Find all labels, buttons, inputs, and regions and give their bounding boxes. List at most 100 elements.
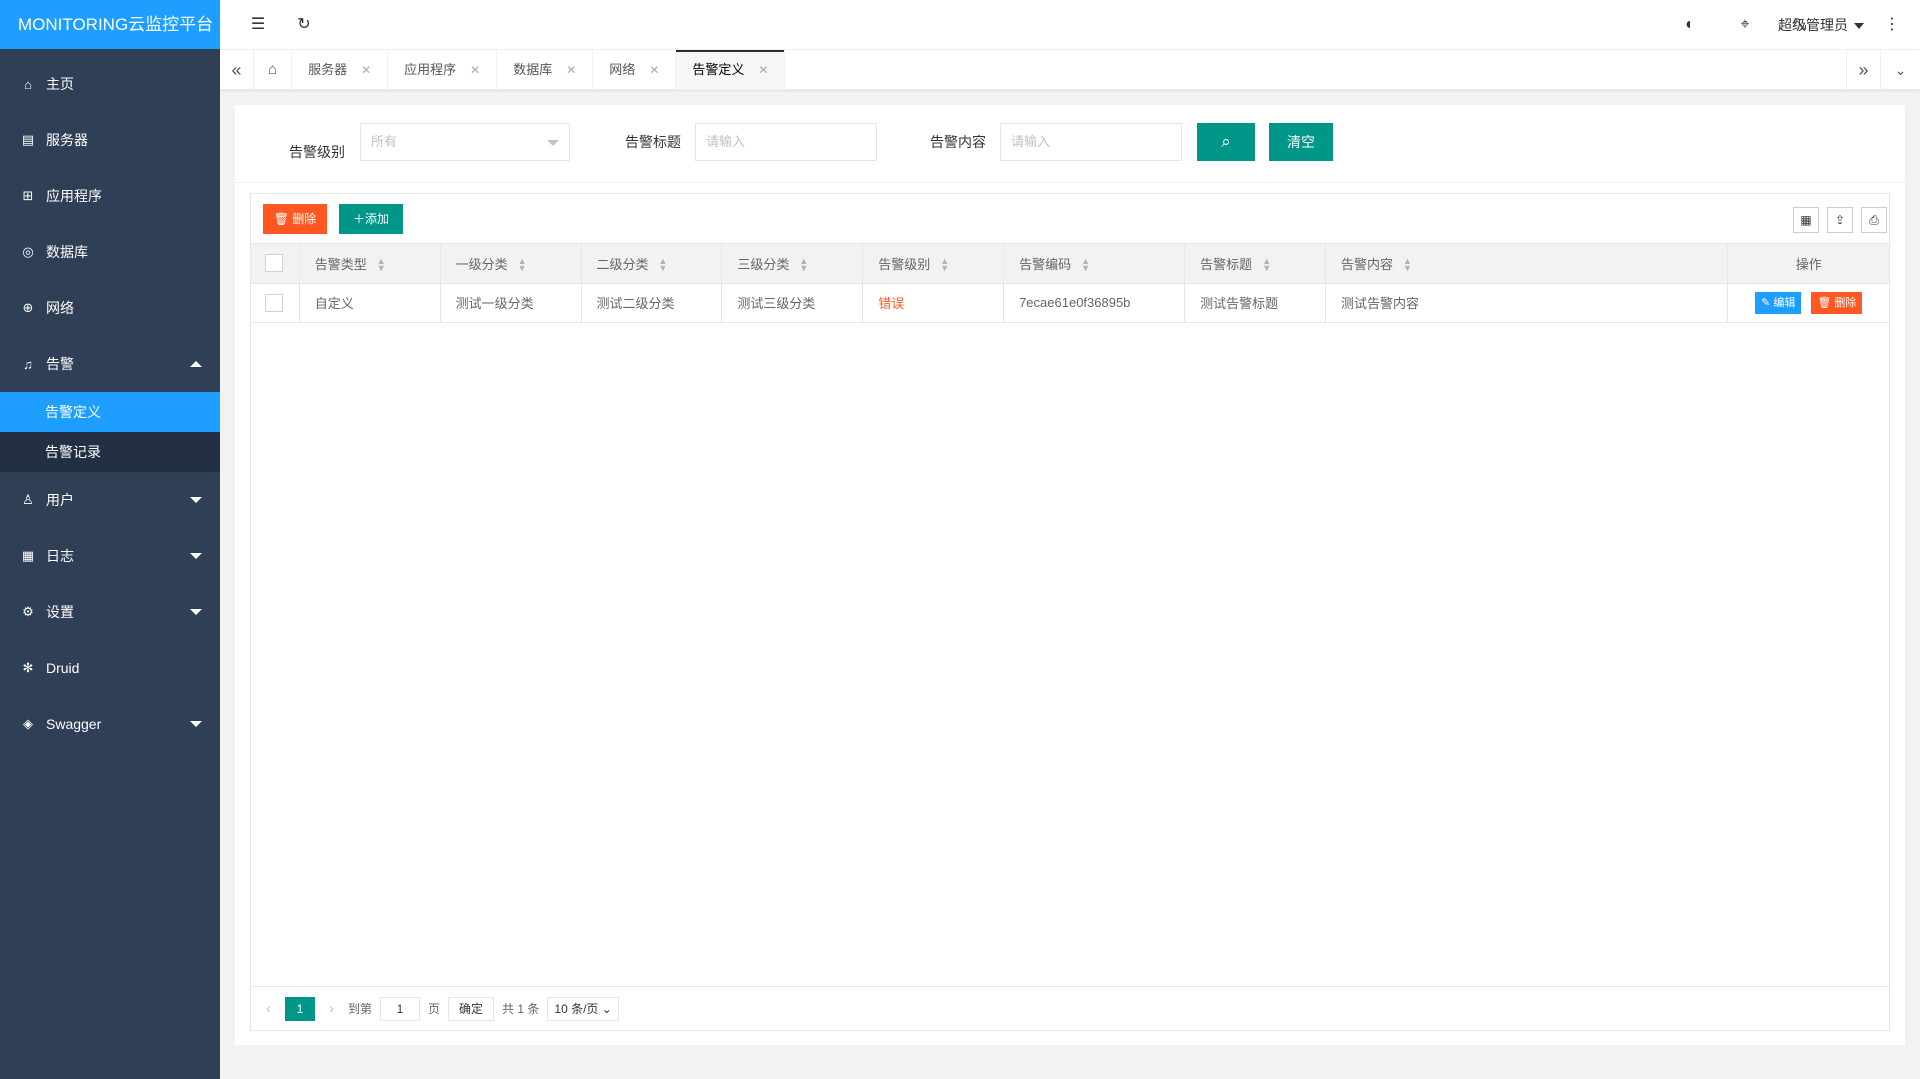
tab-apps[interactable]: 应用程序 ✕ [388, 50, 498, 90]
goto-page-input[interactable]: 1 [380, 996, 421, 1021]
col-header[interactable]: 一级分类 ▲ ▼ [440, 244, 582, 284]
chevron-down-icon [190, 721, 202, 727]
sort-icon[interactable]: ▲ ▼ [1403, 257, 1412, 273]
page-size-select[interactable]: 10 条/页 ⌄ [547, 996, 619, 1021]
page-size-value: 10 条/页 [554, 1001, 599, 1016]
goto-confirm-button[interactable]: 确定 [448, 996, 495, 1021]
col-header[interactable]: 告警类型 ▲ ▼ [299, 244, 441, 284]
checkbox[interactable] [265, 293, 283, 312]
col-header[interactable]: 告警级别 ▲ ▼ [862, 244, 1005, 284]
sidebar-item-network[interactable]: ⊕ 网络 [0, 280, 220, 336]
export-icon[interactable]: ⇪ [1827, 207, 1853, 233]
plus-icon: ＋ [352, 212, 365, 226]
sort-icon[interactable]: ▲ ▼ [518, 257, 527, 273]
delete-button[interactable]: 🗑 删除 [1811, 291, 1863, 314]
server-icon: ▤ [21, 132, 35, 147]
cell-cat3: 测试三级分类 [721, 283, 864, 323]
next-page-icon[interactable]: › [329, 1000, 334, 1017]
page-tabs: ⌂ 服务器 ✕ 应用程序 ✕ 数据库 ✕ 网络 ✕ 告警定义 ✕ [254, 50, 786, 90]
col-header[interactable]: 告警编码 ▲ ▼ [1003, 244, 1186, 284]
sidebar-subitem-alarm-definition[interactable]: 告警定义 [0, 392, 220, 432]
more-vertical-icon[interactable]: ⋮ [1872, 0, 1912, 50]
sidebar-item-home[interactable]: ⌂ 主页 [0, 56, 220, 112]
close-icon[interactable]: ✕ [566, 50, 576, 90]
tab-label: 告警定义 [692, 62, 745, 77]
apps-icon: ⊞ [22, 188, 34, 203]
user-menu[interactable]: 超级管理员 [1778, 0, 1864, 50]
sort-icon[interactable]: ▲ ▼ [1262, 257, 1271, 273]
sort-icon[interactable]: ▲ ▼ [377, 257, 386, 273]
checkbox[interactable] [265, 254, 283, 273]
level-select[interactable]: 所有 [360, 123, 570, 161]
close-icon[interactable]: ✕ [758, 50, 768, 90]
sort-icon[interactable]: ▲ ▼ [659, 257, 668, 273]
cell-title: 测试告警标题 [1184, 283, 1327, 323]
tab-network[interactable]: 网络 ✕ [593, 50, 677, 90]
sidebar-item-label: 主页 [46, 76, 74, 92]
tag-icon[interactable]: ⌖ [1725, 0, 1765, 50]
tab-server[interactable]: 服务器 ✕ [292, 50, 389, 90]
select-all-checkbox[interactable] [251, 244, 300, 284]
clear-button[interactable]: 清空 [1269, 123, 1333, 161]
columns-icon[interactable]: ▦ [1793, 207, 1819, 233]
sidebar-item-server[interactable]: ▤ 服务器 [0, 112, 220, 168]
sidebar-item-alarm[interactable]: ♫ 告警 [0, 336, 220, 392]
sort-icon[interactable]: ▲ ▼ [1081, 257, 1090, 273]
sidebar-item-swagger[interactable]: ◈ Swagger [0, 696, 220, 752]
caret-down-icon [1854, 23, 1864, 30]
menu-toggle-icon[interactable]: ☰ [238, 0, 278, 50]
add-button[interactable]: ＋添加 [339, 204, 403, 234]
trash-icon: 🗑 [273, 212, 293, 226]
search-button[interactable]: ⌕ [1197, 123, 1255, 161]
search-icon: ⌕ [1221, 132, 1231, 151]
edit-button[interactable]: ✎ 编辑 [1755, 291, 1802, 314]
tabs-scroll-left-icon[interactable]: « [220, 50, 254, 90]
close-icon[interactable]: ✕ [361, 50, 371, 90]
sidebar-item-apps[interactable]: ⊞ 应用程序 [0, 168, 220, 224]
row-checkbox-cell[interactable] [251, 283, 300, 323]
col-header[interactable]: 告警标题 ▲ ▼ [1184, 244, 1327, 284]
theme-icon[interactable]: ◐ [1670, 0, 1710, 50]
sidebar-item-label: 告警 [46, 356, 74, 372]
content-input[interactable]: 请输入 [1000, 123, 1182, 161]
sidebar-subitem-alarm-record[interactable]: 告警记录 [0, 432, 220, 472]
level-label: 告警级别 [289, 144, 345, 160]
sidebar-item-druid[interactable]: ✻ Druid [0, 640, 220, 696]
close-icon[interactable]: ✕ [649, 50, 659, 90]
col-header[interactable]: 二级分类 ▲ ▼ [581, 244, 723, 284]
page-current[interactable]: 1 [285, 996, 315, 1021]
tab-alarm-definition[interactable]: 告警定义 ✕ [676, 50, 786, 90]
tab-label: 网络 [609, 62, 636, 77]
batch-delete-button[interactable]: 🗑 删除 [263, 204, 327, 234]
tabs-scroll-right-icon[interactable]: » [1846, 50, 1880, 90]
topbar: ☰ ↻ ◐ ⌖ ⤡ 超级管理员 ⋮ [220, 0, 1920, 50]
database-icon: ◎ [22, 244, 34, 259]
sidebar-item-settings[interactable]: ⚙ 设置 [0, 584, 220, 640]
prev-page-icon[interactable]: ‹ [266, 1000, 271, 1017]
close-icon[interactable]: ✕ [470, 50, 480, 90]
refresh-icon[interactable]: ↻ [284, 0, 324, 50]
title-input[interactable]: 请输入 [695, 123, 877, 161]
sidebar-item-log[interactable]: ▦ 日志 [0, 528, 220, 584]
col-header-label: 一级分类 [455, 256, 508, 272]
tabs-dropdown-icon[interactable]: ⌄ [1880, 50, 1920, 90]
col-header[interactable]: 三级分类 ▲ ▼ [721, 244, 864, 284]
sort-icon[interactable]: ▲ ▼ [940, 257, 949, 273]
tab-database[interactable]: 数据库 ✕ [497, 50, 594, 90]
trash-icon: 🗑 [1817, 296, 1835, 309]
alarm-submenu: 告警定义 告警记录 [0, 392, 220, 472]
col-header-label: 告警级别 [878, 256, 931, 272]
tab-home[interactable]: ⌂ [254, 50, 293, 90]
sort-icon[interactable]: ▲ ▼ [799, 257, 808, 273]
button-label: 添加 [365, 212, 390, 226]
col-header[interactable]: 告警内容 ▲ ▼ [1325, 244, 1729, 284]
cell-cat1: 测试一级分类 [440, 283, 582, 323]
home-icon: ⌂ [24, 76, 32, 92]
app-logo[interactable]: MONITORING云监控平台 [0, 0, 220, 49]
print-icon[interactable]: ⎙ [1861, 207, 1887, 233]
home-icon: ⌂ [268, 61, 278, 78]
bell-icon: ♫ [23, 356, 33, 372]
sidebar-item-user[interactable]: ♙ 用户 [0, 472, 220, 528]
sidebar-item-database[interactable]: ◎ 数据库 [0, 224, 220, 280]
chevron-up-icon [190, 361, 202, 367]
